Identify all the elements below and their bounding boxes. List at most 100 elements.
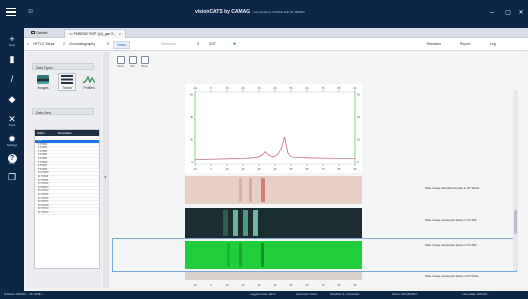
- nav-sst[interactable]: SST: [209, 42, 216, 46]
- track-image-white[interactable]: [185, 272, 362, 280]
- tools-icon[interactable]: ✕ Tools: [4, 112, 20, 128]
- bottom-axis: -10 0 10 20 30 40 50 60 70 80 90: [185, 281, 362, 287]
- x-tick-label: 60: [306, 86, 309, 90]
- maximize-button[interactable]: ▢: [503, 8, 513, 18]
- tab-document[interactable]: == PHBR367 SOP 1(1)_gen S... ×: [64, 29, 127, 38]
- plus-icon[interactable]: + New: [4, 32, 20, 48]
- step-number: 1: [27, 42, 29, 46]
- workflow-nav: 1 HPTLC Steps 2 Chromatography 3 Video D…: [24, 38, 528, 51]
- minimize-button[interactable]: –: [487, 8, 497, 18]
- nav-video[interactable]: Video: [113, 41, 130, 49]
- x-tick-label: 90: [354, 86, 357, 90]
- status-visualizer: Visualizer: 3 • Connected: [330, 293, 359, 296]
- collapse-arrow-icon[interactable]: ◂: [104, 174, 106, 179]
- nav-log[interactable]: Log: [490, 42, 496, 46]
- close-tab-icon[interactable]: ×: [119, 32, 121, 36]
- grid-rows: 1 12 STD01 3 STD02 4 STD03 5 STD04 6 STD05 7 …: [35, 140, 99, 216]
- track-image-white-derivatized[interactable]: [185, 176, 362, 204]
- x-tick-label: 30: [258, 86, 261, 90]
- y-tick-label: 60: [357, 92, 360, 96]
- profile-line: [194, 136, 355, 160]
- track-bands: [223, 210, 258, 236]
- profiles-button[interactable]: Profiles: [80, 75, 98, 93]
- zoom-tool-button[interactable]: Zoom: [115, 56, 126, 72]
- grid-col-id[interactable]: Id/Ref: [37, 131, 57, 135]
- track-bands: [239, 178, 265, 202]
- left-rail: + New ▮ / ◆ ✕ Tools ✹ Settings ? Help ❐: [0, 28, 24, 291]
- x-tick-label: 50: [290, 86, 293, 90]
- help-icon[interactable]: ? Help: [4, 150, 20, 166]
- data-view-grid: Id/Ref Description 1 12 STD01 3 STD02 4 ST…: [34, 129, 100, 269]
- nav-remarks[interactable]: Remarks: [427, 42, 441, 46]
- close-button[interactable]: ✕: [516, 8, 526, 18]
- window-title-text: visionCATS by CAMAG: [195, 9, 251, 15]
- x-tick-label: -10: [193, 86, 197, 90]
- pan-icon: [128, 56, 137, 64]
- tracks-button[interactable]: Tracks: [58, 73, 76, 91]
- track-label: Take image developed plate in UV 366: [425, 218, 477, 222]
- x-tick-label: 10: [226, 86, 229, 90]
- y-tick-label: 20: [190, 137, 193, 141]
- images-icon: [37, 75, 49, 84]
- x-tick-label: 30: [258, 167, 261, 171]
- nav-report[interactable]: Report: [460, 42, 471, 46]
- reset-tool-button[interactable]: Reset: [139, 56, 150, 72]
- profile-chart[interactable]: -10 -10 0 0 10 10 20 20 30 30 40 40 50 50 60 60 70 70 80 80…: [185, 84, 362, 173]
- track-image-uv366[interactable]: [185, 208, 362, 238]
- gear-icon[interactable]: ✹ Settings: [4, 132, 20, 148]
- nav-hptlc-steps[interactable]: HPTLC Steps: [33, 42, 54, 46]
- profiles-icon: [82, 75, 96, 84]
- x-tick-label: 80: [338, 86, 341, 90]
- status-server: Server: 192.168.000.1: [392, 293, 418, 296]
- images-label: Images: [37, 86, 49, 90]
- x-tick-label: 80: [338, 167, 341, 171]
- tab-cabinet[interactable]: Cabinet: [27, 29, 51, 38]
- y-tick-label: 40: [190, 115, 193, 119]
- status-left: Finished • 2023-02-... 16 / 2019-1 ...: [4, 293, 46, 296]
- window-title: visionCATS by CAMAG - Connected to CAMAG…: [195, 9, 305, 15]
- pen-icon[interactable]: /: [4, 72, 20, 88]
- data-types-header: Data Types: [32, 63, 94, 70]
- tracks-icon: [61, 75, 73, 84]
- vertical-scrollbar[interactable]: [513, 90, 518, 270]
- table-row[interactable]: 21 STD20: [35, 212, 99, 216]
- data-view-header: Data View: [32, 108, 94, 115]
- zoom-icon: [116, 56, 125, 64]
- x-tick-label: 70: [322, 283, 325, 287]
- panel-splitter[interactable]: ◂: [103, 52, 109, 288]
- x-tick-label: 0: [210, 283, 212, 287]
- folder-icon: [31, 31, 35, 34]
- grid-col-description[interactable]: Description: [58, 131, 72, 135]
- status-updated: Last update: 2019-08-...: [462, 293, 490, 296]
- nav-detection[interactable]: Detection: [161, 42, 176, 46]
- add-step-icon[interactable]: ✚: [233, 42, 236, 46]
- images-button[interactable]: Images: [34, 75, 52, 93]
- x-tick-label: -10: [193, 167, 197, 171]
- copy-icon[interactable]: ❐: [4, 170, 20, 186]
- nav-chromatography[interactable]: Chromatography: [69, 42, 95, 46]
- x-tick-label: 90: [354, 283, 357, 287]
- pan-tool-label: Pan: [130, 65, 135, 68]
- step-number: 2: [63, 42, 65, 46]
- bottom-axis-svg: -10 0 10 20 30 40 50 60 70 80 90: [193, 283, 357, 287]
- x-tick-label: 40: [274, 86, 277, 90]
- x-tick-label: 20: [242, 86, 245, 90]
- tag-icon[interactable]: ◆: [4, 92, 20, 108]
- step-number: 3: [107, 42, 109, 46]
- document-icon[interactable]: ▮: [4, 52, 20, 68]
- x-tick-label: -10: [193, 283, 197, 287]
- scrollbar-thumb[interactable]: [514, 210, 517, 234]
- x-tick-label: 70: [322, 167, 325, 171]
- plot-frame: [194, 91, 356, 165]
- y-tick-label: 0: [192, 160, 194, 164]
- menu-icon[interactable]: [6, 7, 16, 17]
- pan-tool-button[interactable]: Pan: [127, 56, 138, 72]
- app-window: SI visionCATS by CAMAG - Connected to CA…: [0, 0, 528, 299]
- track-label: Take image developed plate in RT White: [425, 274, 479, 278]
- x-tick-label: 10: [226, 167, 229, 171]
- y-tick-label: 60: [190, 92, 193, 96]
- profile-chart-svg: -10 -10 0 0 10 10 20 20 30 30 40 40 50 50 60 60 70 70 80 80…: [190, 86, 360, 171]
- y-tick-label: 20: [357, 137, 360, 141]
- x-tick-label: 0: [210, 167, 212, 171]
- tracks-label: Tracks: [61, 86, 73, 90]
